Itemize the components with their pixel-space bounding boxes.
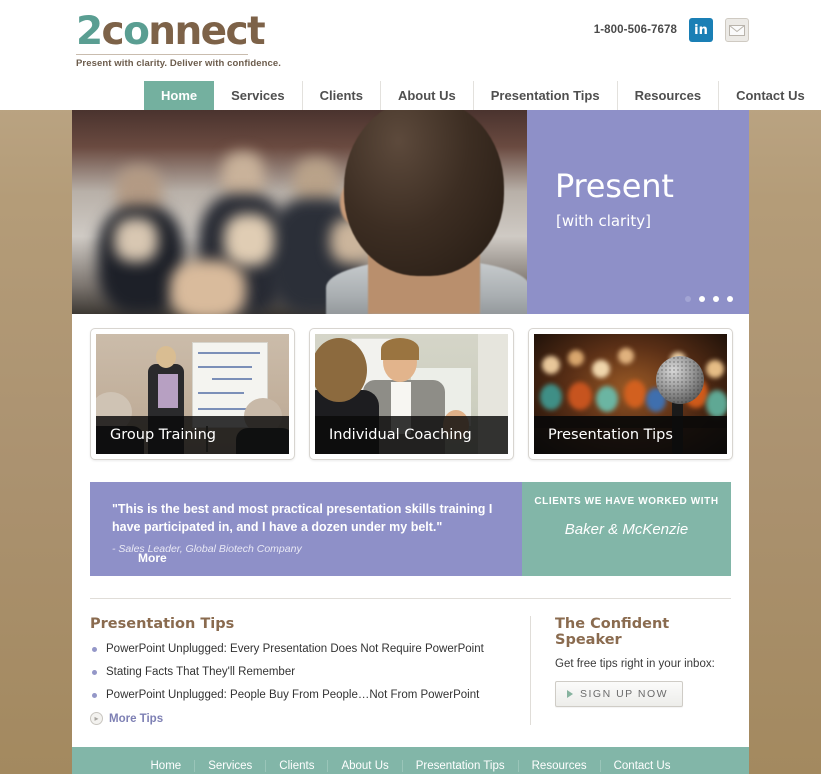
header-contact: 1-800-506-7678 in bbox=[594, 18, 749, 42]
carousel-dot-2[interactable] bbox=[699, 296, 705, 302]
logo-char-o: o bbox=[123, 9, 150, 54]
footer-navigation: Home Services Clients About Us Presentat… bbox=[72, 747, 749, 774]
group-training-image: Group Training bbox=[96, 334, 289, 454]
tip-link[interactable]: PowerPoint Unplugged: Every Presentation… bbox=[106, 642, 484, 656]
carousel-dot-4[interactable] bbox=[727, 296, 733, 302]
testimonial-band: "This is the best and most practical pre… bbox=[90, 482, 731, 576]
clients-panel: CLIENTS WE HAVE WORKED WITH Baker & McKe… bbox=[522, 482, 731, 576]
testimonial-quote: "This is the best and most practical pre… bbox=[112, 502, 493, 534]
tips-list: PowerPoint Unplugged: Every Presentation… bbox=[90, 642, 508, 702]
hero-photo-speaker-audience bbox=[72, 110, 527, 314]
list-item[interactable]: PowerPoint Unplugged: People Buy From Pe… bbox=[90, 688, 508, 702]
footer-link-contact-us[interactable]: Contact Us bbox=[601, 760, 684, 772]
nav-item-contact-us[interactable]: Contact Us bbox=[719, 81, 821, 110]
card-caption: Individual Coaching bbox=[315, 416, 508, 454]
main-content: Group Training Individual Coaching Prese… bbox=[72, 314, 749, 747]
clients-heading: CLIENTS WE HAVE WORKED WITH bbox=[534, 496, 719, 507]
bullet-icon bbox=[92, 647, 97, 652]
footer-link-clients[interactable]: Clients bbox=[266, 759, 329, 772]
logo-char-c: c bbox=[101, 9, 125, 54]
page-content: Present [with clarity] Group Training In… bbox=[72, 110, 749, 774]
linkedin-icon[interactable]: in bbox=[689, 18, 713, 42]
carousel-dot-1[interactable] bbox=[685, 296, 691, 302]
section-divider bbox=[90, 598, 731, 599]
hero-caption-panel: Present [with clarity] bbox=[527, 110, 749, 314]
list-item[interactable]: PowerPoint Unplugged: Every Presentation… bbox=[90, 642, 508, 656]
play-triangle-icon bbox=[567, 690, 573, 698]
nav-item-resources[interactable]: Resources bbox=[618, 81, 720, 110]
more-tips-link[interactable]: ▸ More Tips bbox=[90, 712, 508, 725]
carousel-dot-3[interactable] bbox=[713, 296, 719, 302]
testimonial-panel: "This is the best and most practical pre… bbox=[90, 482, 522, 576]
newsletter-section: The Confident Speaker Get free tips righ… bbox=[531, 616, 731, 725]
newsletter-description: Get free tips right in your inbox: bbox=[555, 658, 715, 670]
circle-arrow-icon: ▸ bbox=[90, 712, 103, 725]
tip-link[interactable]: PowerPoint Unplugged: People Buy From Pe… bbox=[106, 688, 479, 702]
feature-cards: Group Training Individual Coaching Prese… bbox=[90, 328, 733, 460]
nav-item-home[interactable]: Home bbox=[144, 81, 215, 110]
individual-coaching-image: Individual Coaching bbox=[315, 334, 508, 454]
feature-card-group-training[interactable]: Group Training bbox=[90, 328, 295, 460]
presentation-tips-image: Presentation Tips bbox=[534, 334, 727, 454]
presentation-tips-heading: Presentation Tips bbox=[90, 616, 235, 632]
tip-link[interactable]: Stating Facts That They'll Remember bbox=[106, 665, 295, 679]
lower-sections: Presentation Tips PowerPoint Unplugged: … bbox=[90, 616, 731, 725]
phone-number[interactable]: 1-800-506-7678 bbox=[594, 24, 677, 36]
more-tips-label: More Tips bbox=[109, 712, 164, 725]
footer-link-presentation-tips[interactable]: Presentation Tips bbox=[403, 759, 519, 772]
logo-wordmark: 2connect bbox=[76, 11, 336, 53]
logo-tagline: Present with clarity. Deliver with confi… bbox=[76, 58, 282, 69]
testimonial-more-link[interactable]: More bbox=[138, 551, 167, 565]
hero-title: Present bbox=[555, 167, 674, 205]
logo-char-nnect: nnect bbox=[148, 9, 265, 54]
feature-card-individual-coaching[interactable]: Individual Coaching bbox=[309, 328, 514, 460]
nav-item-clients[interactable]: Clients bbox=[303, 81, 381, 110]
logo-char-2: 2 bbox=[76, 9, 103, 54]
card-caption: Presentation Tips bbox=[534, 416, 727, 454]
carousel-dots bbox=[685, 296, 733, 302]
logo-divider bbox=[76, 54, 248, 55]
footer-link-about-us[interactable]: About Us bbox=[328, 759, 403, 772]
newsletter-heading: The Confident Speaker bbox=[555, 616, 670, 648]
bullet-icon bbox=[92, 693, 97, 698]
sign-up-label: SIGN UP NOW bbox=[580, 688, 669, 700]
presentation-tips-section: Presentation Tips PowerPoint Unplugged: … bbox=[90, 616, 530, 725]
site-logo[interactable]: 2connect Present with clarity. Deliver w… bbox=[76, 11, 336, 69]
sign-up-now-button[interactable]: SIGN UP NOW bbox=[555, 681, 684, 707]
nav-item-presentation-tips[interactable]: Presentation Tips bbox=[474, 81, 618, 110]
feature-card-presentation-tips[interactable]: Presentation Tips bbox=[528, 328, 733, 460]
testimonial-attribution: - Sales Leader, Global Biotech Company bbox=[112, 543, 302, 555]
footer-link-home[interactable]: Home bbox=[138, 759, 196, 772]
footer-link-services[interactable]: Services bbox=[195, 759, 267, 772]
bullet-icon bbox=[92, 670, 97, 675]
nav-item-services[interactable]: Services bbox=[214, 81, 303, 110]
list-item[interactable]: Stating Facts That They'll Remember bbox=[90, 665, 508, 679]
hero-carousel: Present [with clarity] bbox=[72, 110, 749, 314]
main-navigation: Home Services Clients About Us Presentat… bbox=[144, 81, 821, 110]
mail-icon[interactable] bbox=[725, 18, 749, 42]
footer-link-resources[interactable]: Resources bbox=[519, 759, 601, 772]
hero-subtitle: [with clarity] bbox=[556, 212, 651, 230]
nav-item-about-us[interactable]: About Us bbox=[381, 81, 474, 110]
card-caption: Group Training bbox=[96, 416, 289, 454]
client-name: Baker & McKenzie bbox=[564, 521, 689, 538]
